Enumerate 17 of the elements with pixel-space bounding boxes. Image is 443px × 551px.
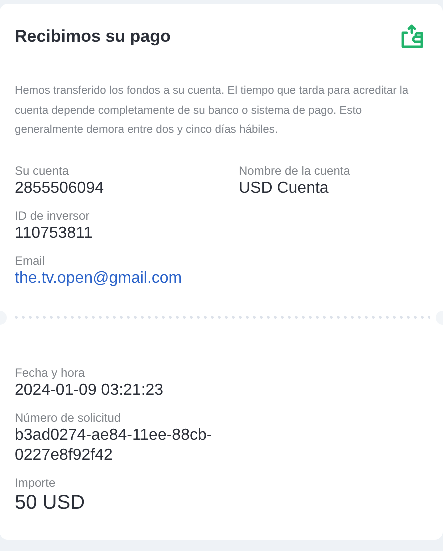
field-label: Importe (15, 474, 56, 490)
field-label: Nombre de la cuenta (239, 162, 350, 178)
field-value: b3ad0274-ae84-11ee-88cb-0227e8f92f42 (15, 426, 214, 466)
share-icon[interactable] (399, 24, 425, 50)
field-value: 2855506094 (15, 178, 104, 198)
field-value: 110753811 (15, 224, 93, 244)
field-label: Email (15, 252, 46, 268)
field-value: USD Cuenta (239, 178, 329, 198)
field-label: ID de inversor (15, 208, 90, 224)
email-link[interactable]: the.tv.open@gmail.com (15, 268, 182, 288)
info-paragraph: Hemos transferido los fondos a su cuenta. El tiempo que tarda para acreditar la cuenta depende completamente de su banco o sistema de pago. Esto generalmente demora entre dos y cinco días hábiles. (14, 84, 410, 138)
field-label: Número de solicitud (15, 410, 122, 426)
field-label: Fecha y hora (15, 364, 86, 380)
field-label: Su cuenta (15, 162, 70, 178)
field-value: 2024-01-09 03:21:23 (15, 380, 164, 400)
amount-value: 50 USD (15, 490, 86, 514)
card-title: Recibimos su pago (15, 27, 171, 47)
